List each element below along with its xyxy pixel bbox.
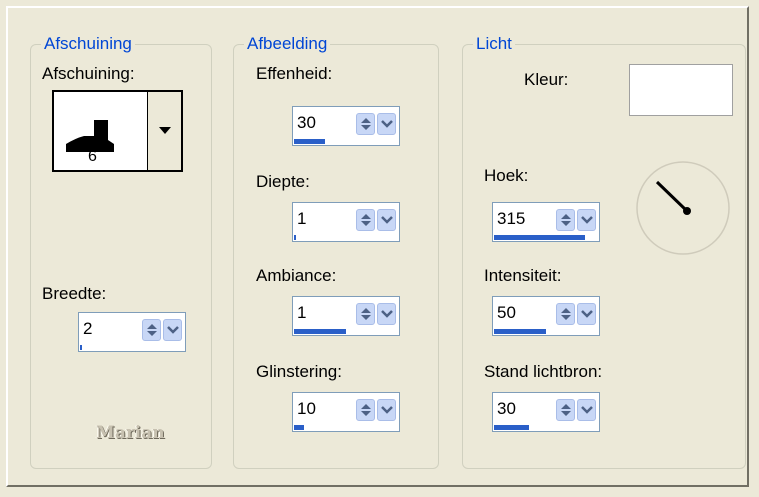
angle-dropdown-button[interactable] [577,209,596,231]
chevron-down-icon [380,216,393,224]
elevation-dropdown-button[interactable] [577,399,596,421]
bevel-label: Afschuining: [42,64,135,83]
depth-value[interactable]: 1 [297,209,306,229]
intensity-level-bar [494,329,546,334]
watermark-logo: Marian [96,423,165,443]
smoothness-dropdown-button[interactable] [377,113,396,135]
elevation-spin-button[interactable] [556,399,575,421]
width-spin-button[interactable] [142,319,161,341]
intensity-spinbox[interactable]: 50 [492,296,600,336]
up-down-arrows-icon [360,308,371,320]
intensity-dropdown-button[interactable] [577,303,596,325]
smoothness-value[interactable]: 30 [297,113,316,133]
bevel-dropdown-button[interactable] [147,92,181,170]
chevron-down-icon [580,310,593,318]
ambience-label: Ambiance: [256,266,337,285]
elevation-spinbox[interactable]: 30 [492,392,600,432]
width-spinbox[interactable]: 2 [78,312,186,352]
ambience-level-bar [294,329,346,334]
image-group-title: Afbeelding [244,34,331,54]
bevel-group-title: Afschuining [41,34,135,54]
shine-dropdown-button[interactable] [377,399,396,421]
bevel-shape-icon [66,120,114,152]
shine-level-bar [294,425,304,430]
depth-level-bar [294,235,296,240]
width-dropdown-button[interactable] [163,319,182,341]
depth-dropdown-button[interactable] [377,209,396,231]
angle-value[interactable]: 315 [497,209,525,229]
intensity-label: Intensiteit: [484,266,562,285]
up-down-arrows-icon [560,214,571,226]
width-value[interactable]: 2 [83,319,92,339]
chevron-down-icon [380,406,393,414]
ambience-spin-button[interactable] [356,303,375,325]
up-down-arrows-icon [360,118,371,130]
dropdown-arrow-icon [158,127,171,134]
width-level-bar [80,345,82,350]
chevron-down-icon [380,310,393,318]
depth-label: Diepte: [256,172,310,191]
up-down-arrows-icon [360,404,371,416]
bevel-preset-picker[interactable]: 6 [52,90,183,172]
up-down-arrows-icon [360,214,371,226]
angle-label: Hoek: [484,166,529,185]
elevation-label: Stand lichtbron: [484,362,603,381]
elevation-level-bar [494,425,529,430]
up-down-arrows-icon [146,324,157,336]
shine-spinbox[interactable]: 10 [292,392,400,432]
width-label: Breedte: [42,284,107,303]
ambience-spinbox[interactable]: 1 [292,296,400,336]
up-down-arrows-icon [560,404,571,416]
up-down-arrows-icon [560,308,571,320]
smoothness-spinbox[interactable]: 30 [292,106,400,146]
light-color-swatch[interactable] [629,64,733,116]
depth-spinbox[interactable]: 1 [292,202,400,242]
angle-level-bar [494,235,585,240]
smoothness-spin-button[interactable] [356,113,375,135]
chevron-down-icon [380,120,393,128]
smoothness-label: Effenheid: [256,64,333,83]
shine-value[interactable]: 10 [297,399,316,419]
ambience-dropdown-button[interactable] [377,303,396,325]
elevation-value[interactable]: 30 [497,399,516,419]
depth-spin-button[interactable] [356,209,375,231]
chevron-down-icon [166,326,179,334]
shine-label: Glinstering: [256,362,342,381]
intensity-value[interactable]: 50 [497,303,516,323]
color-label: Kleur: [524,70,569,89]
angle-dial[interactable] [635,160,731,256]
intensity-spin-button[interactable] [556,303,575,325]
bevel-preview-number: 6 [88,148,97,165]
smoothness-level-bar [294,139,325,144]
chevron-down-icon [580,406,593,414]
light-group-title: Licht [473,34,515,54]
chevron-down-icon [580,216,593,224]
ambience-value[interactable]: 1 [297,303,306,323]
angle-spin-button[interactable] [556,209,575,231]
shine-spin-button[interactable] [356,399,375,421]
angle-spinbox[interactable]: 315 [492,202,600,242]
